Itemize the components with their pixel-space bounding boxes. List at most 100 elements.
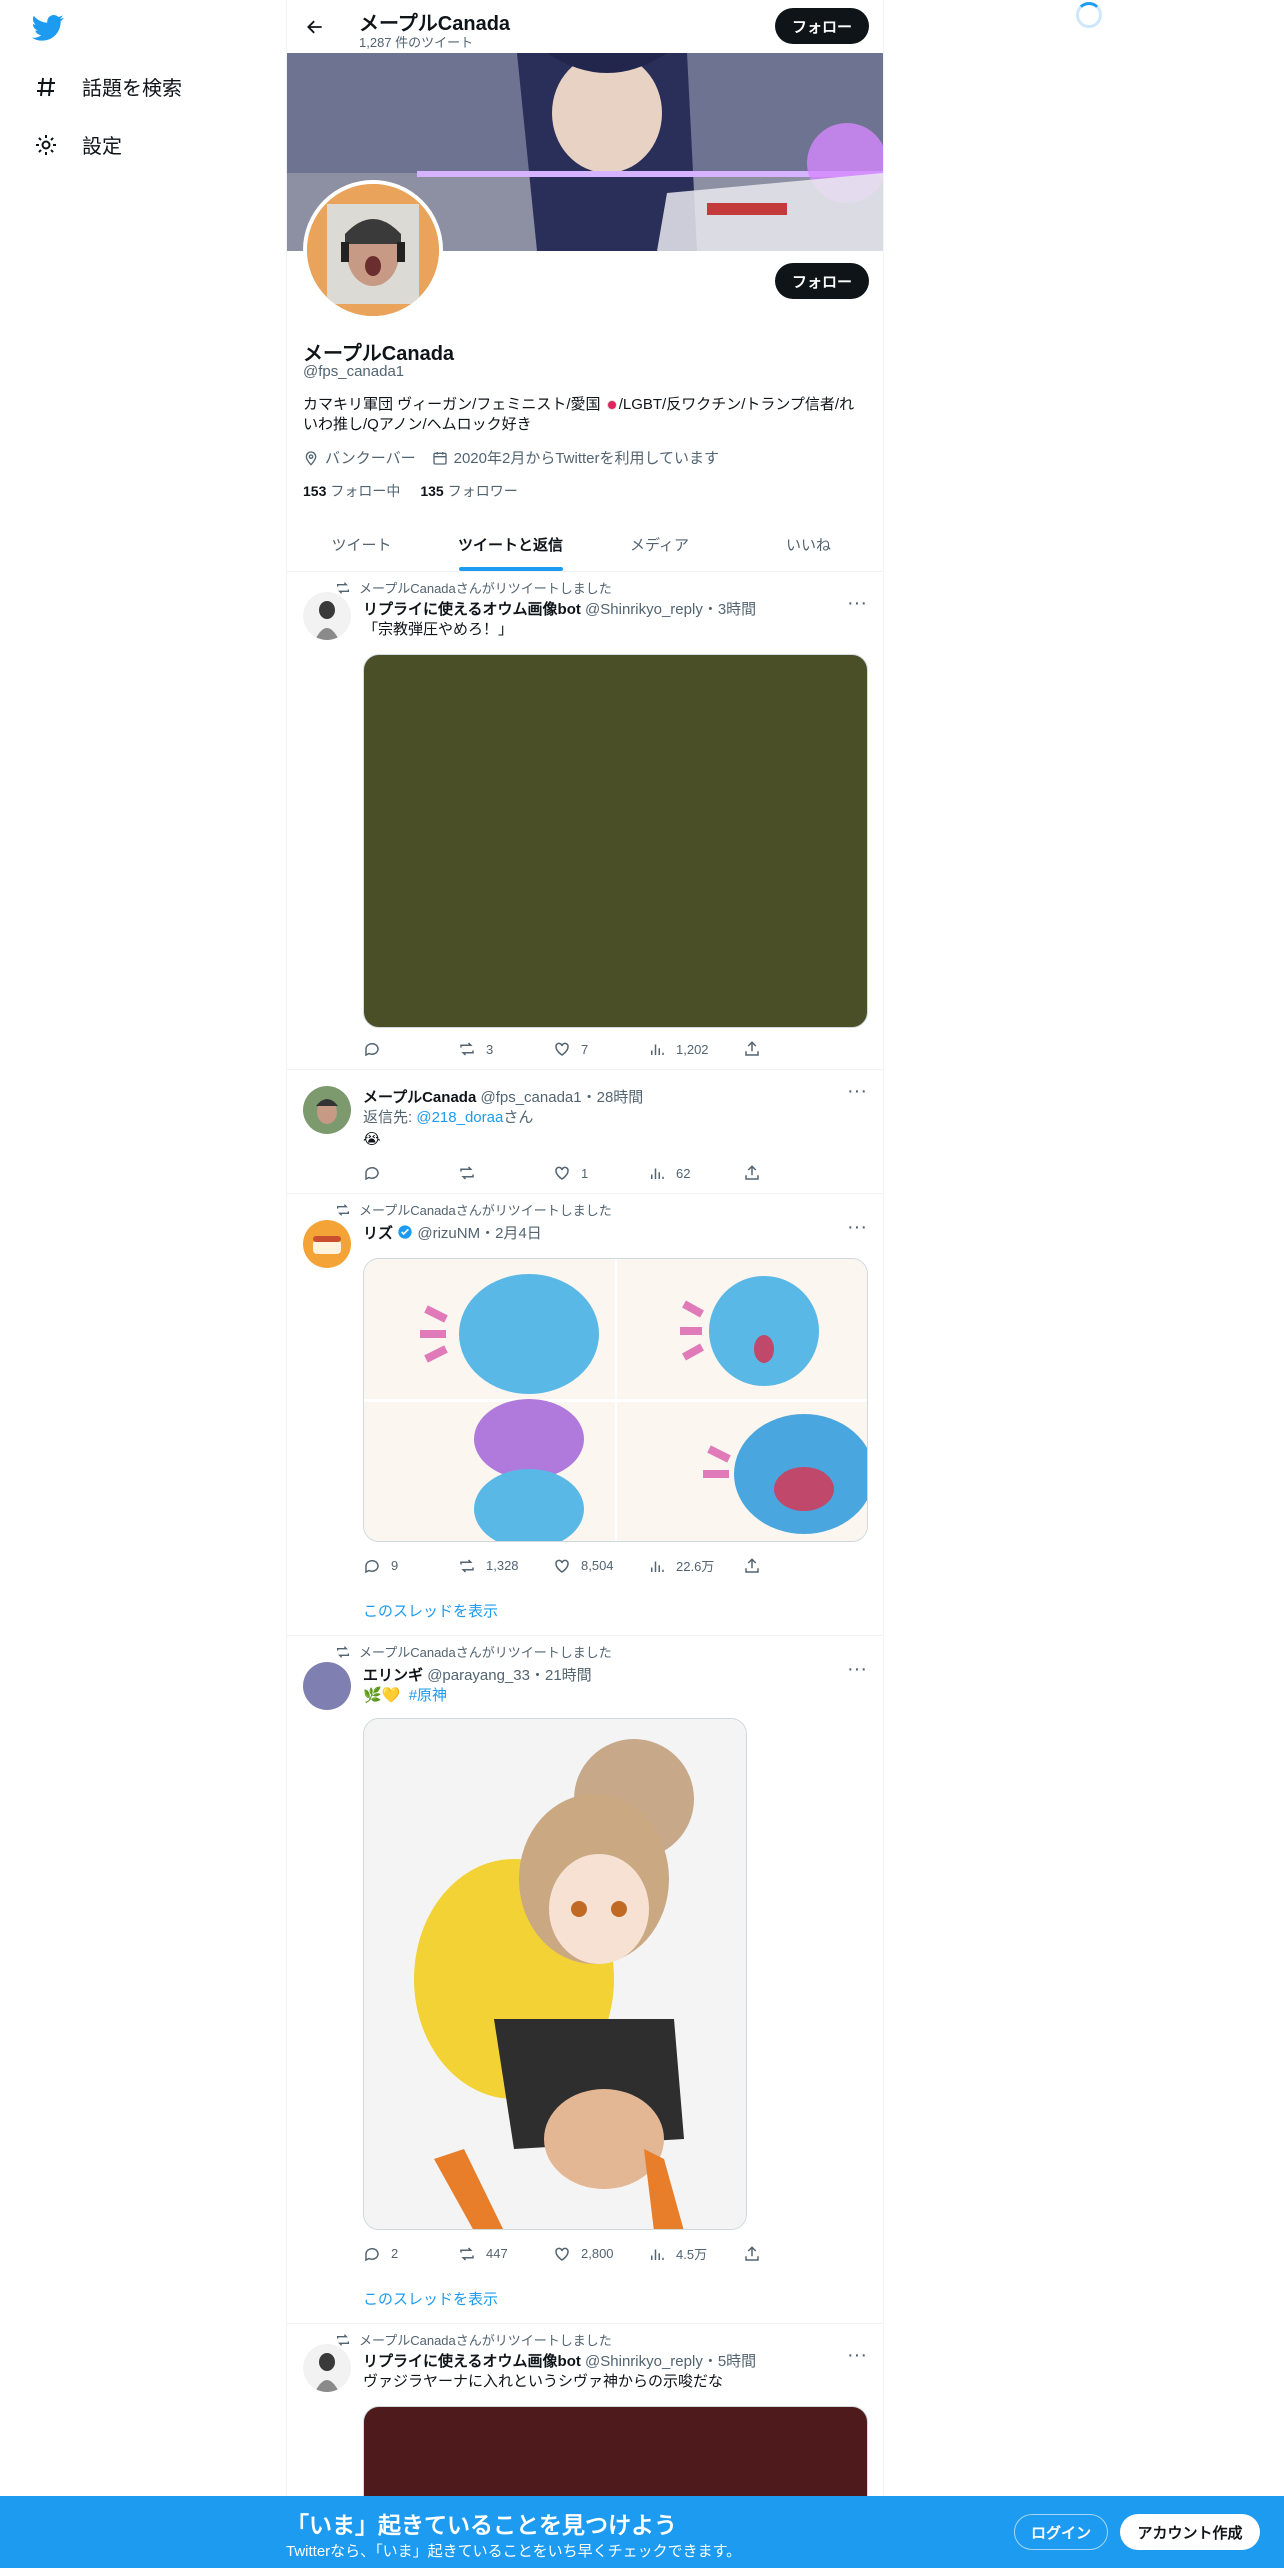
share-button[interactable]	[743, 2244, 773, 2263]
retweet-icon	[337, 2333, 349, 2346]
like-button[interactable]: 2,800	[553, 2244, 648, 2263]
retweet-by-text: メープルCanadaさんがリツイートしました	[359, 581, 612, 596]
like-count: 7	[581, 1041, 589, 1057]
retweet-icon	[337, 581, 349, 594]
reply-button[interactable]	[363, 1164, 458, 1182]
tweet-media-grid[interactable]	[363, 1258, 868, 1542]
profile-follow-button[interactable]: フォロー	[775, 263, 869, 299]
twitter-logo-icon[interactable]	[32, 14, 64, 42]
views-button[interactable]: 62	[648, 1164, 743, 1182]
tweet-author-name[interactable]: エリンギ	[363, 1667, 423, 1684]
tweet-author-name[interactable]: リプライに使えるオウム画像bot	[363, 601, 581, 618]
login-button[interactable]: ログイン	[1014, 2514, 1108, 2550]
tweet-author-handle[interactable]: @parayang_33	[427, 1667, 530, 1684]
tweet-time[interactable]: ・21時間	[530, 1667, 592, 1684]
retweet-button[interactable]: 1,328	[458, 1556, 553, 1575]
tweet-media-image[interactable]	[363, 654, 868, 1028]
signup-button[interactable]: アカウント作成	[1120, 2514, 1260, 2550]
more-options-icon[interactable]: ···	[847, 1081, 867, 1106]
retweet-button[interactable]	[458, 1164, 553, 1182]
tweet-actions: 9 1,328 8,504 22.6万	[363, 1556, 793, 1575]
tweet-time[interactable]: ・2月4日	[480, 1225, 542, 1242]
nav-explore-label: 話題を検索	[82, 78, 182, 100]
tweet-media-image[interactable]	[363, 1718, 747, 2230]
hashtag-link[interactable]: #原神	[409, 1687, 447, 1704]
profile-header-bar: メープルCanada 1,287 件のツイート フォロー	[287, 0, 883, 53]
view-count: 22.6万	[676, 1559, 715, 1574]
share-button[interactable]	[743, 1556, 773, 1575]
reply-to-link[interactable]: @218_doraa	[416, 1109, 503, 1126]
tweet-author-name[interactable]: リプライに使えるオウム画像bot	[363, 2353, 581, 2370]
tweet-time[interactable]: ・28時間	[582, 1089, 644, 1106]
reply-icon	[365, 1042, 379, 1057]
reply-button[interactable]: 9	[363, 1556, 458, 1575]
show-thread-link[interactable]: このスレッドを表示	[363, 1600, 498, 1621]
more-options-icon[interactable]: ···	[847, 593, 867, 618]
share-button[interactable]	[743, 1040, 773, 1058]
tweet-author-handle[interactable]: @rizuNM	[417, 1225, 480, 1242]
retweet-indicator: メープルCanadaさんがリツイートしました	[335, 2330, 612, 2349]
nav-settings[interactable]: 設定	[34, 130, 122, 159]
nav-settings-label: 設定	[82, 136, 122, 158]
more-options-icon[interactable]: ···	[847, 2345, 867, 2370]
show-thread-link[interactable]: このスレッドを表示	[363, 2288, 498, 2309]
tweet-author-handle[interactable]: @Shinrikyo_reply	[585, 2353, 703, 2370]
tweet-author-handle[interactable]: @Shinrikyo_reply	[585, 601, 703, 618]
profile-stats: 153 フォロー中 135 フォロワー	[303, 481, 518, 501]
view-count: 1,202	[676, 1041, 709, 1057]
view-count: 4.5万	[676, 2247, 708, 2262]
reply-count: 9	[391, 1558, 399, 1573]
like-button[interactable]: 1	[553, 1164, 648, 1182]
header-follow-button[interactable]: フォロー	[775, 8, 869, 44]
tweet-author-name[interactable]: メープルCanada	[363, 1089, 476, 1106]
tweet-item[interactable]: メープルCanadaさんがリツイートしました リプライに使えるオウム画像bot …	[287, 572, 883, 1070]
tweet-avatar[interactable]	[303, 1662, 351, 1710]
view-count: 62	[676, 1165, 691, 1181]
share-icon	[745, 1041, 759, 1056]
bottom-bar-title: 「いま」起きていることを見つけよう	[286, 2512, 677, 2538]
reply-button[interactable]: 2	[363, 2244, 458, 2263]
like-button[interactable]: 8,504	[553, 1556, 648, 1575]
nav-explore[interactable]: 話題を検索	[34, 72, 182, 101]
retweet-button[interactable]: 447	[458, 2244, 553, 2263]
tweet-item[interactable]: メープルCanadaさんがリツイートしました リズ @rizuNM・2月4日 ·…	[287, 1194, 883, 1636]
tweet-header: リプライに使えるオウム画像bot @Shinrikyo_reply・3時間	[363, 598, 756, 619]
reply-button[interactable]	[363, 1040, 458, 1058]
like-count: 2,800	[581, 2246, 614, 2261]
tweet-emoji-text: 🌿💛	[363, 1687, 401, 1704]
more-options-icon[interactable]: ···	[847, 1659, 867, 1684]
profile-avatar-image	[307, 184, 439, 316]
tab-tweets[interactable]: ツイート	[287, 518, 436, 571]
followers-link[interactable]: 135 フォロワー	[420, 481, 517, 501]
views-button[interactable]: 22.6万	[648, 1556, 743, 1575]
bar-chart-icon	[651, 1044, 664, 1055]
profile-handle: @fps_canada1	[303, 363, 405, 380]
retweet-button[interactable]: 3	[458, 1040, 553, 1058]
tab-tweets-and-replies[interactable]: ツイートと返信	[436, 518, 585, 571]
tweet-text: 😭	[363, 1131, 381, 1148]
like-button[interactable]: 7	[553, 1040, 648, 1058]
more-options-icon[interactable]: ···	[847, 1217, 867, 1242]
tweet-avatar[interactable]	[303, 1086, 351, 1134]
following-link[interactable]: 153 フォロー中	[303, 481, 400, 501]
tweet-avatar[interactable]	[303, 2344, 351, 2392]
profile-avatar[interactable]	[303, 180, 443, 320]
tweet-time[interactable]: ・5時間	[703, 2353, 756, 2370]
bio-text-b: /LGBT/反ワクチン/トランプ信者/れ	[618, 396, 855, 413]
tab-likes[interactable]: いいね	[734, 518, 883, 571]
tab-media[interactable]: メディア	[585, 518, 734, 571]
views-button[interactable]: 4.5万	[648, 2244, 743, 2263]
back-button[interactable]	[301, 13, 329, 41]
share-button[interactable]	[743, 1164, 773, 1182]
avatar-image	[303, 592, 351, 640]
tweet-avatar[interactable]	[303, 1220, 351, 1268]
tweet-time[interactable]: ・3時間	[703, 601, 756, 618]
views-button[interactable]: 1,202	[648, 1040, 743, 1058]
tweet-avatar[interactable]	[303, 592, 351, 640]
tweet-author-handle[interactable]: @fps_canada1	[480, 1089, 581, 1106]
tweet-item[interactable]: メープルCanada @fps_canada1・28時間 ··· 返信先: @2…	[287, 1070, 883, 1194]
tweet-item[interactable]: メープルCanadaさんがリツイートしました エリンギ @parayang_33…	[287, 1636, 883, 2324]
profile-meta: バンクーバー 2020年2月からTwitterを利用しています	[303, 447, 719, 468]
bar-chart-icon	[651, 1168, 664, 1179]
tweet-author-name[interactable]: リズ	[363, 1225, 393, 1242]
